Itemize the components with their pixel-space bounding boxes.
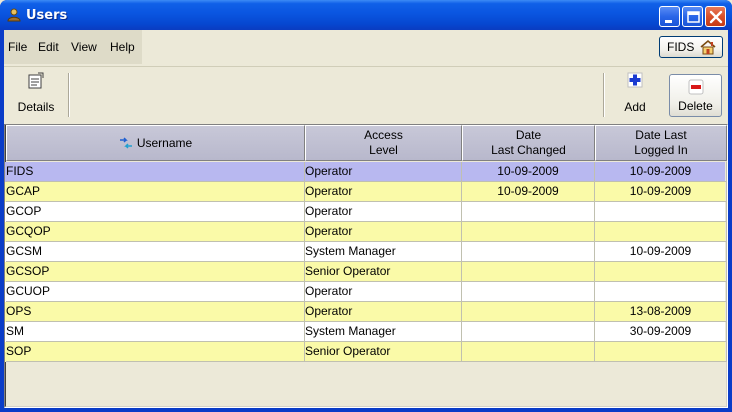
window-title: Users <box>26 8 68 23</box>
table-row[interactable]: GCQOP Operator <box>5 222 727 242</box>
column-header-date-last-logged-in[interactable]: Date Last Logged In <box>595 125 727 161</box>
cell-date-last-logged-in <box>595 342 727 362</box>
table-row[interactable]: SM System Manager 30-09-2009 <box>5 322 727 342</box>
cell-access-level: Operator <box>305 222 462 242</box>
menu-bar: File Edit View Help FIDS <box>4 30 728 64</box>
toolbar-separator <box>603 73 605 117</box>
add-label: Add <box>624 100 646 114</box>
cell-date-last-changed: 10-09-2009 <box>462 162 595 182</box>
column-header-access-level[interactable]: Access Level <box>305 125 462 161</box>
cell-access-level: Operator <box>305 202 462 222</box>
column-header-label: Level <box>369 143 398 157</box>
table-row[interactable]: SOP Senior Operator <box>5 342 727 362</box>
cell-username: OPS <box>6 302 305 322</box>
cell-username: FIDS <box>6 162 305 182</box>
cell-username: SOP <box>6 342 305 362</box>
column-header-label: Last Changed <box>491 143 566 157</box>
toolbar-separator <box>68 73 70 117</box>
column-header-label: Date Last <box>635 128 687 142</box>
title-bar[interactable]: Users <box>0 0 732 30</box>
fids-home-label: FIDS <box>667 40 695 54</box>
delete-label: Delete <box>678 99 713 113</box>
table-row[interactable]: GCSOP Senior Operator <box>5 262 727 282</box>
cell-access-level: Senior Operator <box>305 342 462 362</box>
cell-date-last-logged-in: 10-09-2009 <box>595 162 727 182</box>
sort-arrows-icon <box>119 137 132 149</box>
delete-button[interactable]: Delete <box>669 74 722 117</box>
toolbar: Details Add Delete <box>4 66 728 122</box>
cell-username: GCSM <box>6 242 305 262</box>
cell-date-last-logged-in <box>595 222 727 242</box>
column-header-label: Date <box>515 128 542 142</box>
cell-date-last-logged-in: 10-09-2009 <box>595 182 727 202</box>
menu-file[interactable]: File <box>8 40 27 54</box>
cell-date-last-changed <box>462 262 595 282</box>
cell-date-last-logged-in: 10-09-2009 <box>595 242 727 262</box>
house-icon <box>700 39 716 55</box>
window-client: File Edit View Help FIDS Details Add Del… <box>4 30 728 408</box>
users-grid: Username Access Level Date Last Changed … <box>4 124 728 408</box>
details-icon <box>28 72 44 89</box>
menu-edit[interactable]: Edit <box>38 40 59 54</box>
minimize-button[interactable] <box>659 6 680 27</box>
cell-username: SM <box>6 322 305 342</box>
table-row[interactable]: GCOP Operator <box>5 202 727 222</box>
close-button[interactable] <box>705 6 726 27</box>
cell-date-last-logged-in <box>595 202 727 222</box>
cell-username: GCAP <box>6 182 305 202</box>
column-header-label: Username <box>136 135 193 150</box>
cell-date-last-changed <box>462 242 595 262</box>
cell-date-last-changed <box>462 222 595 242</box>
cell-access-level: Senior Operator <box>305 262 462 282</box>
cell-date-last-changed <box>462 282 595 302</box>
table-row[interactable]: OPS Operator 13-08-2009 <box>5 302 727 322</box>
cell-date-last-changed <box>462 322 595 342</box>
cell-username: GCUOP <box>6 282 305 302</box>
minus-icon <box>688 79 704 95</box>
cell-date-last-logged-in <box>595 282 727 302</box>
column-header-date-last-changed[interactable]: Date Last Changed <box>462 125 595 161</box>
cell-date-last-changed: 10-09-2009 <box>462 182 595 202</box>
users-app-icon <box>7 8 21 22</box>
cell-access-level: Operator <box>305 282 462 302</box>
cell-username: GCQOP <box>6 222 305 242</box>
plus-icon <box>627 72 643 88</box>
cell-date-last-changed <box>462 302 595 322</box>
cell-access-level: Operator <box>305 302 462 322</box>
minimize-icon <box>665 20 672 23</box>
close-icon <box>709 10 723 24</box>
cell-access-level: System Manager <box>305 242 462 262</box>
users-window: Users File Edit View Help FIDS Details A… <box>0 0 732 412</box>
maximize-button[interactable] <box>682 6 703 27</box>
details-button[interactable]: Details <box>12 67 60 119</box>
add-button[interactable]: Add <box>616 67 654 119</box>
cell-date-last-logged-in: 30-09-2009 <box>595 322 727 342</box>
cell-access-level: Operator <box>305 182 462 202</box>
menu-view[interactable]: View <box>71 40 97 54</box>
fids-home-button[interactable]: FIDS <box>659 36 723 58</box>
column-header-username[interactable]: Username <box>6 125 305 161</box>
cell-username: GCSOP <box>6 262 305 282</box>
cell-username: GCOP <box>6 202 305 222</box>
column-header-label: Access <box>364 128 403 142</box>
cell-access-level: System Manager <box>305 322 462 342</box>
table-row[interactable]: GCSM System Manager 10-09-2009 <box>5 242 727 262</box>
table-row[interactable]: GCUOP Operator <box>5 282 727 302</box>
cell-access-level: Operator <box>305 162 462 182</box>
cell-date-last-logged-in <box>595 262 727 282</box>
table-row[interactable]: GCAP Operator 10-09-2009 10-09-2009 <box>5 182 727 202</box>
details-label: Details <box>17 100 55 114</box>
column-header-label: Logged In <box>634 143 688 157</box>
cell-date-last-changed <box>462 342 595 362</box>
table-row[interactable]: FIDS Operator 10-09-2009 10-09-2009 <box>5 162 727 182</box>
cell-date-last-logged-in: 13-08-2009 <box>595 302 727 322</box>
cell-date-last-changed <box>462 202 595 222</box>
menu-help[interactable]: Help <box>110 40 135 54</box>
